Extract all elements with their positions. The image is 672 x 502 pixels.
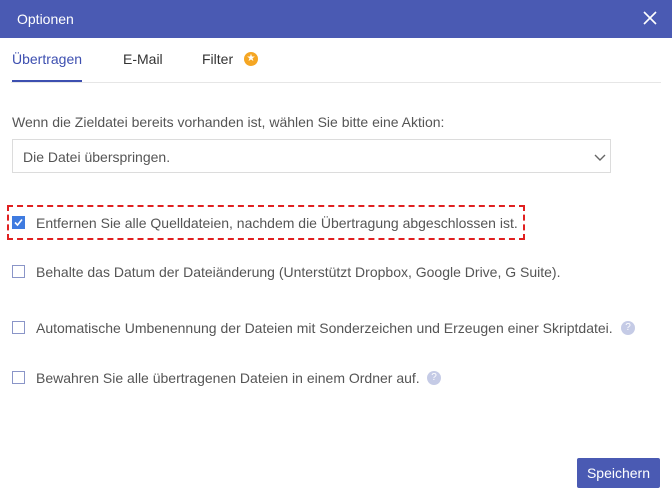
help-icon[interactable]: ? bbox=[621, 321, 635, 335]
action-prompt: Wenn die Zieldatei bereits vorhanden ist… bbox=[12, 114, 445, 130]
remove-source-label: Entfernen Sie alle Quelldateien, nachdem… bbox=[36, 215, 518, 231]
save-button[interactable]: Speichern bbox=[577, 458, 660, 488]
remove-source-checkbox[interactable] bbox=[12, 216, 25, 229]
tab-filter[interactable]: Filter bbox=[202, 38, 233, 82]
dialog-title: Optionen bbox=[17, 11, 74, 27]
help-icon[interactable]: ? bbox=[427, 371, 441, 385]
action-select-value: Die Datei überspringen. bbox=[23, 149, 171, 165]
close-icon[interactable] bbox=[640, 8, 660, 28]
single-folder-label: Bewahren Sie alle übertragenen Dateien i… bbox=[36, 370, 420, 386]
auto-rename-label: Automatische Umbenennung der Dateien mit… bbox=[36, 320, 613, 336]
auto-rename-checkbox[interactable] bbox=[12, 321, 25, 334]
tab-uebertragen[interactable]: Übertragen bbox=[12, 38, 83, 82]
single-folder-checkbox[interactable] bbox=[12, 371, 25, 384]
star-icon: ★ bbox=[244, 52, 258, 66]
action-select[interactable]: Die Datei überspringen. bbox=[12, 139, 611, 173]
chevron-down-icon bbox=[593, 150, 607, 164]
dialog-title-bar: Optionen bbox=[0, 0, 672, 38]
keep-date-checkbox[interactable] bbox=[12, 265, 25, 278]
tab-email[interactable]: E-Mail bbox=[123, 38, 163, 82]
tab-bar: Übertragen E-Mail Filter ★ bbox=[11, 38, 661, 83]
keep-date-label: Behalte das Datum der Dateiänderung (Unt… bbox=[36, 264, 561, 280]
